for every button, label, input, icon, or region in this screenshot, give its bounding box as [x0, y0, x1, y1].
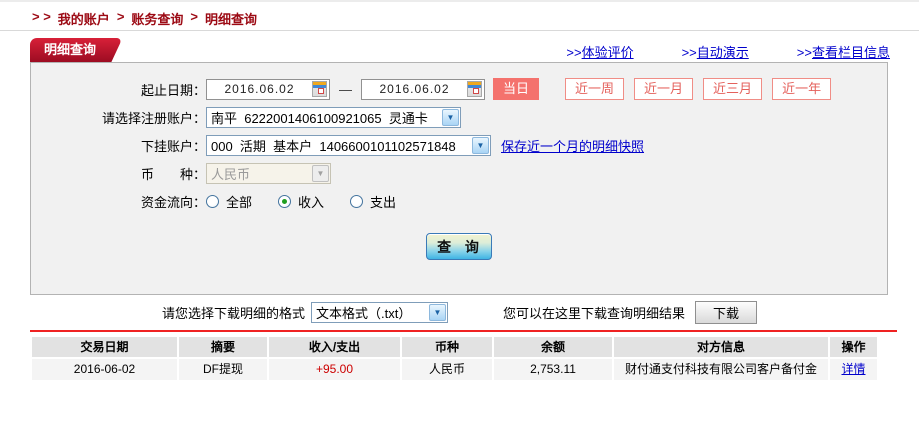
start-date-value: 2016.06.02 [224, 82, 295, 96]
radio-unchecked-icon[interactable] [206, 194, 219, 208]
register-account-label: 请选择注册账户： [101, 110, 206, 126]
column-info-label: 查看栏目信息 [811, 45, 890, 60]
cell-balance: 2,753.11 [494, 359, 612, 380]
register-account-row: 请选择注册账户： 南平 6222001406100921065 灵通卡 ▼ [31, 106, 887, 128]
col-header-currency: 币种 [402, 337, 492, 357]
breadcrumb: > > 我的账户 > 账务查询 > 明细查询 [32, 9, 257, 28]
link-prefix: >> [681, 45, 697, 60]
download-row: 请您选择下载明细的格式 文本格式（.txt） ▼ 您可以在这里下载查询明细结果 … [0, 301, 919, 324]
download-hint-text: 您可以在这里下载查询明细结果 [503, 306, 686, 321]
sub-account-value: 000 活期 基本户 1406600101102571848 [211, 138, 456, 154]
register-account-value: 南平 6222001406100921065 灵通卡 [211, 110, 428, 126]
breadcrumb-item-account-query[interactable]: 账务查询 [131, 9, 183, 28]
link-prefix: >> [796, 45, 812, 60]
cell-action: 详情 [830, 359, 877, 380]
table-top-divider [30, 330, 897, 332]
currency-select-disabled: 人民币 ▼ [206, 162, 331, 184]
query-form-panel: 起止日期： 2016.06.02 — 2016.06.02 当日 近一周 近一月… [30, 62, 888, 295]
column-info-link[interactable]: >>查看栏目信息 [797, 42, 890, 61]
download-format-select[interactable]: 文本格式（.txt） ▼ [311, 302, 448, 323]
save-monthly-snapshot-link[interactable]: 保存近一个月的明细快照 [501, 136, 644, 155]
breadcrumb-item-detail-query[interactable]: 明细查询 [205, 9, 257, 28]
breadcrumb-separator: > [116, 9, 125, 24]
quick-range-year-button[interactable]: 近一年 [772, 78, 832, 100]
breadcrumb-item-my-account[interactable]: 我的账户 [58, 9, 110, 28]
detail-link[interactable]: 详情 [841, 362, 865, 376]
page: > > 我的账户 > 账务查询 > 明细查询 明细查询 >>体验评价 >>自动演… [0, 0, 919, 423]
currency-value: 人民币 [211, 166, 251, 182]
sub-account-row: 下挂账户： 000 活期 基本户 1406600101102571848 ▼ 保… [31, 134, 887, 156]
table-row: 2016-06-02 DF提现 +95.00 人民币 2,753.11 财付通支… [32, 359, 877, 380]
flow-option-income[interactable]: 收入 [278, 192, 324, 211]
end-date-input[interactable]: 2016.06.02 [361, 78, 485, 100]
query-button[interactable]: 查 询 [426, 233, 492, 260]
col-header-transaction-date: 交易日期 [32, 337, 177, 357]
chevron-down-icon: ▼ [312, 164, 329, 182]
col-header-action: 操作 [830, 337, 877, 357]
download-format-value: 文本格式（.txt） [316, 306, 412, 321]
download-button[interactable]: 下载 [695, 301, 758, 324]
quick-range-month-button[interactable]: 近一月 [634, 78, 694, 100]
link-prefix: >> [566, 45, 582, 60]
top-strip [0, 0, 919, 2]
sub-account-select[interactable]: 000 活期 基本户 1406600101102571848 ▼ [206, 134, 491, 156]
currency-row: 币 种： 人民币 ▼ [31, 162, 887, 184]
quick-range-week-button[interactable]: 近一周 [565, 78, 625, 100]
cell-counterparty: 财付通支付科技有限公司客户备付金 [614, 359, 828, 380]
quick-range-today-button[interactable]: 当日 [493, 78, 540, 100]
end-date-value: 2016.06.02 [379, 82, 450, 96]
auto-demo-link[interactable]: >>自动演示 [682, 42, 749, 61]
query-button-row: 查 询 [31, 233, 887, 260]
chevron-down-icon[interactable]: ▼ [429, 304, 446, 321]
flow-option-expense-label: 支出 [370, 194, 397, 210]
flow-option-all[interactable]: 全部 [206, 192, 252, 211]
calendar-icon[interactable] [467, 81, 482, 97]
calendar-icon[interactable] [312, 81, 327, 97]
register-account-select[interactable]: 南平 6222001406100921065 灵通卡 ▼ [206, 106, 461, 128]
cell-summary: DF提现 [179, 359, 267, 380]
radio-checked-icon[interactable] [278, 194, 292, 208]
flow-option-income-label: 收入 [298, 194, 325, 210]
breadcrumb-prefix: > > [32, 9, 51, 24]
breadcrumb-separator: > [190, 9, 199, 24]
date-range-label: 起止日期： [140, 82, 206, 98]
results-table: 交易日期 摘要 收入/支出 币种 余额 对方信息 操作 2016-06-02 D… [32, 337, 877, 380]
date-range-row: 起止日期： 2016.06.02 — 2016.06.02 当日 近一周 近一月… [31, 78, 887, 100]
experience-review-link[interactable]: >>体验评价 [566, 42, 633, 61]
page-title-tab: 明细查询 [30, 38, 105, 62]
sub-account-label: 下挂账户： [140, 138, 206, 154]
breadcrumb-divider [0, 30, 919, 31]
table-header-row: 交易日期 摘要 收入/支出 币种 余额 对方信息 操作 [32, 337, 877, 357]
top-links: >>体验评价 >>自动演示 >>查看栏目信息 [566, 42, 890, 61]
quick-range-3months-button[interactable]: 近三月 [703, 78, 763, 100]
chevron-down-icon[interactable]: ▼ [472, 136, 489, 154]
fund-flow-label: 资金流向： [140, 194, 206, 210]
start-date-input[interactable]: 2016.06.02 [206, 78, 330, 100]
cell-amount: +95.00 [269, 359, 400, 380]
fund-flow-row: 资金流向： 全部 收入 支出 [31, 190, 887, 212]
radio-unchecked-icon[interactable] [350, 194, 364, 208]
currency-label: 币 种： [140, 166, 206, 182]
flow-option-expense[interactable]: 支出 [350, 192, 396, 211]
chevron-down-icon[interactable]: ▼ [442, 108, 459, 126]
col-header-balance: 余额 [494, 337, 612, 357]
download-format-label: 请您选择下载明细的格式 [161, 306, 305, 321]
flow-option-all-label: 全部 [226, 194, 253, 210]
auto-demo-label: 自动演示 [696, 45, 749, 60]
col-header-counterparty: 对方信息 [614, 337, 828, 357]
experience-review-label: 体验评价 [581, 45, 634, 60]
col-header-summary: 摘要 [179, 337, 267, 357]
date-range-dash: — [339, 81, 352, 97]
cell-currency: 人民币 [402, 359, 492, 380]
cell-transaction-date: 2016-06-02 [32, 359, 177, 380]
col-header-income-expense: 收入/支出 [269, 337, 400, 357]
